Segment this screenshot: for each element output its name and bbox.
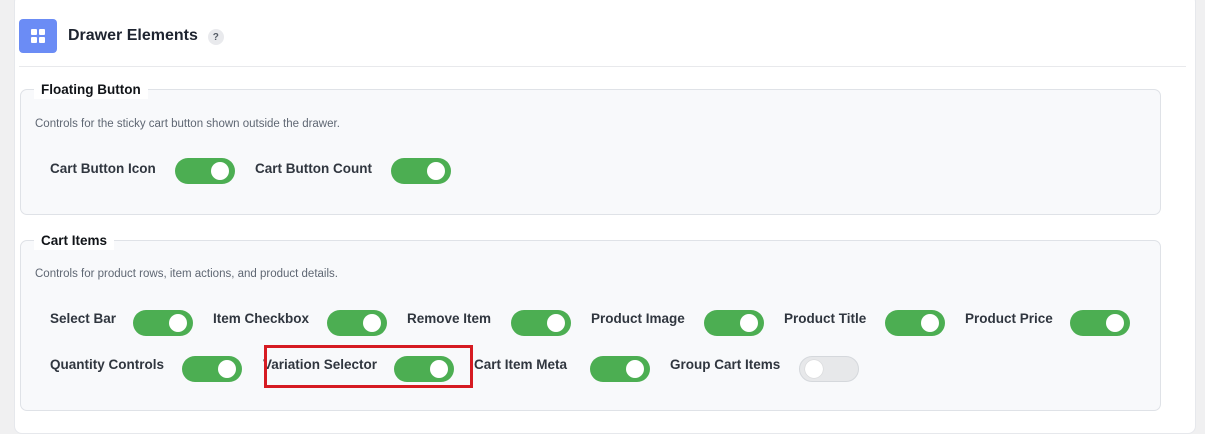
toggle-knob [427, 162, 445, 180]
help-icon[interactable]: ? [207, 29, 224, 45]
toggle-label: Cart Button Count [255, 161, 372, 176]
toggle-label: Product Title [784, 311, 867, 326]
toggle-product-price[interactable] [1070, 310, 1130, 336]
toggle-knob [169, 314, 187, 332]
toggle-label: Product Price [965, 311, 1053, 326]
grid-icon [19, 19, 57, 53]
toggle-knob [211, 162, 229, 180]
toggle-product-image[interactable] [704, 310, 764, 336]
toggle-cart-item-meta[interactable] [590, 356, 650, 382]
toggle-select-bar[interactable] [133, 310, 193, 336]
toggle-label: Quantity Controls [50, 357, 164, 372]
toggle-item-checkbox[interactable] [327, 310, 387, 336]
section-legend: Floating Button [34, 81, 148, 99]
toggle-label: Select Bar [50, 311, 117, 326]
toggle-label: Cart Button Icon [50, 161, 156, 176]
toggle-label: Group Cart Items [670, 357, 781, 372]
toggle-knob [547, 314, 565, 332]
toggle-label: Product Image [591, 311, 685, 326]
header-divider [19, 66, 1186, 67]
section-floating-button: Floating Button Controls for the sticky … [20, 81, 1161, 215]
card-header: Drawer Elements ? [19, 19, 224, 53]
section-legend: Cart Items [34, 232, 115, 250]
section-description: Controls for the sticky cart button show… [35, 118, 340, 130]
toggle-product-title[interactable] [885, 310, 945, 336]
toggle-knob [805, 360, 823, 378]
toggle-knob [218, 360, 236, 378]
toggle-label: Item Checkbox [213, 311, 310, 326]
section-cart-items: Cart Items Controls for product rows, it… [20, 232, 1161, 411]
section-description: Controls for product rows, item actions,… [35, 268, 338, 280]
toggle-label: Cart Item Meta [474, 357, 568, 372]
toggle-quantity-controls[interactable] [182, 356, 242, 382]
highlight-box [264, 345, 473, 388]
toggle-knob [921, 314, 939, 332]
page-title: Drawer Elements [68, 27, 198, 44]
toggle-knob [363, 314, 381, 332]
toggle-cart-button-count[interactable] [391, 158, 451, 184]
toggle-knob [1106, 314, 1124, 332]
toggle-remove-item[interactable] [511, 310, 571, 336]
toggle-knob [626, 360, 644, 378]
toggle-knob [740, 314, 758, 332]
toggle-group-cart-items[interactable] [799, 356, 859, 382]
toggle-label: Remove Item [407, 311, 492, 326]
toggle-cart-button-icon[interactable] [175, 158, 235, 184]
